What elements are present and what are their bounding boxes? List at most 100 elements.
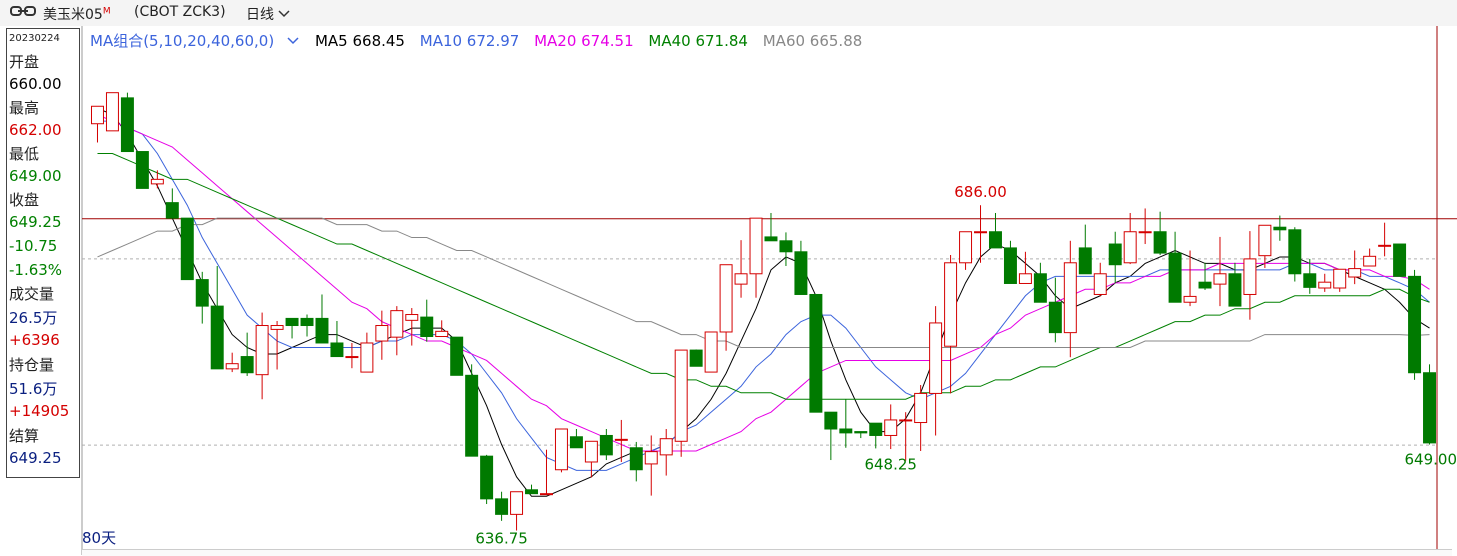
candle-body (421, 317, 433, 336)
candle-body (720, 265, 732, 332)
candle-body (660, 439, 672, 455)
ma20-legend: MA20 674.51 (534, 32, 634, 50)
quote-date: 20230224 (9, 33, 60, 44)
ma5-legend: MA5 668.45 (315, 32, 405, 50)
candle-body (675, 350, 687, 441)
open-interest-label: 持仓量 (9, 354, 54, 375)
candle-body (1064, 263, 1076, 333)
candle-body (526, 490, 538, 494)
candle-body (810, 294, 822, 412)
candle-body (331, 343, 343, 357)
candle-body (181, 218, 193, 279)
candle-body (1259, 225, 1271, 255)
candle-body (705, 332, 717, 372)
volume-change: +6396 (9, 331, 60, 349)
candle-body (585, 441, 597, 462)
candle-body (121, 98, 133, 152)
price-annotation: 636.75 (475, 530, 528, 548)
candle-body (256, 326, 268, 375)
low-label: 最低 (9, 143, 39, 164)
candle-body (406, 315, 418, 321)
candle-body (226, 364, 238, 369)
candle-body (540, 494, 552, 495)
candle-body (1214, 274, 1226, 284)
candle-body (1394, 244, 1406, 276)
candle-body (1169, 253, 1181, 302)
candle-body (690, 350, 702, 366)
ma60-legend: MA60 665.88 (763, 32, 863, 50)
open-interest-change: +14905 (9, 402, 69, 420)
candle-body (630, 448, 642, 470)
candle-body (885, 420, 897, 436)
volume-value: 26.5万 (9, 307, 57, 328)
candle-body (855, 432, 867, 433)
candle-body (615, 439, 627, 440)
days-range-label[interactable]: 80天 (82, 527, 116, 548)
candle-body (825, 412, 837, 429)
candle-body (1184, 296, 1196, 302)
candle-body (555, 429, 567, 470)
candle-body (316, 318, 328, 343)
open-value: 660.00 (9, 75, 62, 93)
volume-label: 成交量 (9, 283, 54, 304)
candle-body (960, 232, 972, 263)
candle-body (166, 203, 178, 219)
quote-info-panel: 20230224 开盘 660.00 最高 662.00 最低 649.00 收… (6, 28, 80, 478)
candle-body (945, 263, 957, 346)
candle-body (1409, 276, 1421, 372)
open-interest-value: 51.6万 (9, 378, 57, 399)
candle-body (780, 241, 792, 252)
candle-body (1379, 245, 1391, 246)
ma-legend: MA组合(5,10,20,40,60,0) MA5 668.45 MA10 67… (90, 30, 872, 51)
ma40-legend: MA40 671.84 (648, 32, 748, 50)
settle-value: 649.25 (9, 449, 62, 467)
candle-body (211, 306, 223, 369)
candle-body (1319, 282, 1331, 288)
candle-body (1424, 373, 1436, 443)
candle-body (1019, 274, 1031, 284)
change-value: -10.75 (9, 237, 57, 255)
candle-body (1034, 274, 1046, 302)
candle-body (645, 452, 657, 464)
candle-body (1079, 248, 1091, 274)
candle-body (1289, 230, 1301, 274)
change-pct-value: -1.63% (9, 261, 62, 279)
candlestick-chart[interactable]: 686.00648.25636.75649.00 (0, 0, 1457, 555)
candle-body (915, 393, 927, 422)
close-label: 收盘 (9, 189, 39, 210)
candle-body (346, 357, 358, 358)
candle-body (870, 423, 882, 435)
candle-body (570, 437, 582, 448)
open-label: 开盘 (9, 51, 39, 72)
candle-body (1094, 274, 1106, 295)
candle-body (1109, 244, 1121, 265)
chevron-down-icon (286, 36, 300, 46)
candle-body (1199, 282, 1211, 288)
candle-body (930, 323, 942, 393)
candle-body (1049, 302, 1061, 332)
candle-body (1154, 232, 1166, 253)
candle-body (1349, 269, 1361, 277)
candle-body (1364, 256, 1376, 266)
candle-body (600, 435, 612, 454)
settle-label: 结算 (9, 425, 39, 446)
candle-body (1304, 274, 1316, 288)
candle-body (196, 280, 208, 307)
candle-body (361, 343, 373, 372)
candle-body (451, 337, 463, 375)
candle-body (975, 232, 987, 233)
candle-body (436, 331, 448, 336)
candle-body (271, 326, 283, 330)
candle-body (391, 311, 403, 338)
high-value: 662.00 (9, 121, 62, 139)
ma10-legend: MA10 672.97 (420, 32, 520, 50)
candle-body (1229, 274, 1241, 306)
candle-body (750, 218, 762, 274)
candle-body (241, 357, 253, 373)
candle-body (91, 106, 103, 123)
ma-group-selector[interactable]: MA组合(5,10,20,40,60,0) (90, 32, 300, 50)
candle-body (840, 429, 852, 433)
candle-body (286, 318, 298, 325)
candle-body (301, 318, 313, 325)
price-annotation: 686.00 (954, 183, 1007, 201)
